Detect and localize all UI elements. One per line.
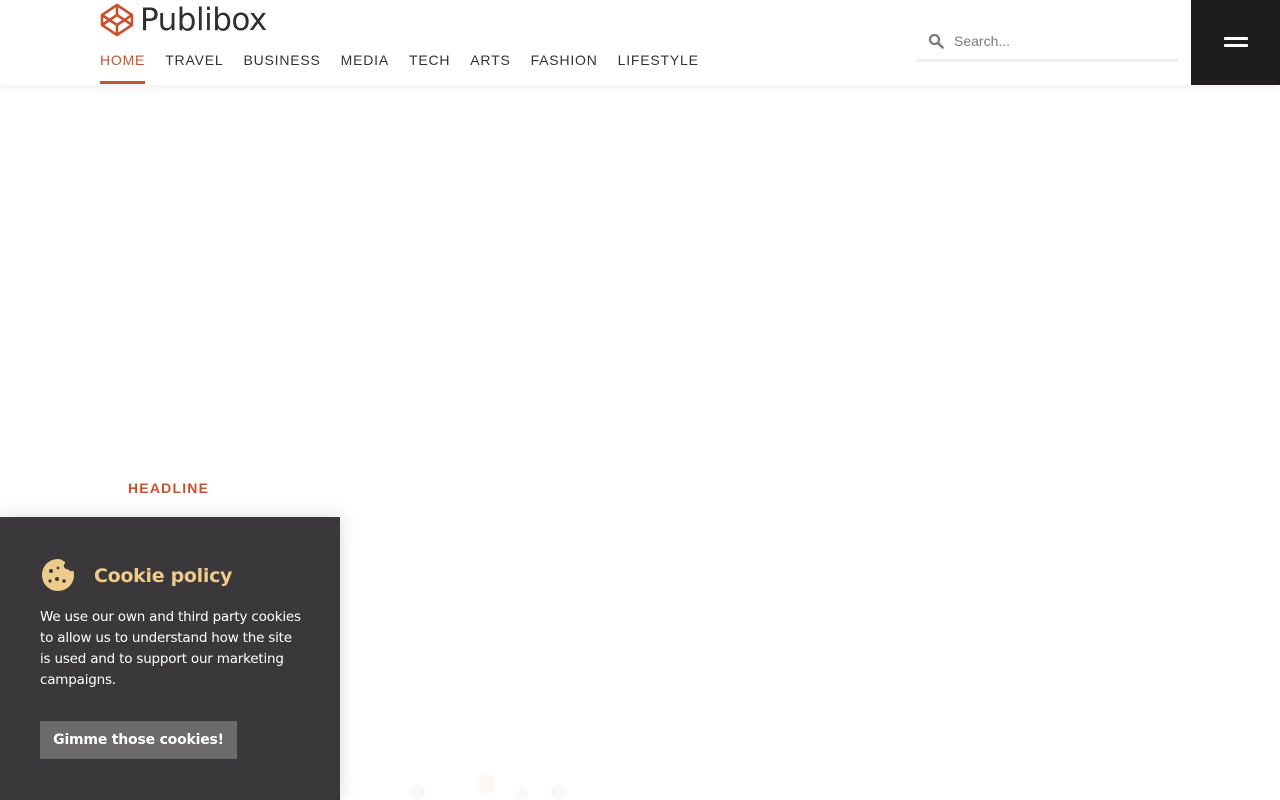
nav-item-travel[interactable]: TRAVEL [165, 48, 223, 85]
nav-item-fashion[interactable]: FASHION [531, 48, 598, 85]
nav-item-tech[interactable]: TECH [409, 48, 450, 85]
nav-item-business[interactable]: BUSINESS [243, 48, 320, 85]
cookie-title: Cookie policy [94, 565, 233, 587]
nav-item-home[interactable]: HOME [100, 48, 146, 85]
hamburger-menu-icon [1223, 37, 1248, 48]
search-icon[interactable] [928, 33, 944, 49]
cookie-description: We use our own and third party cookies t… [40, 609, 301, 688]
site-header: Publibox HOME TRAVEL BUSINESS MEDIA TECH… [0, 0, 1280, 85]
codepen-cube-icon [100, 3, 134, 37]
nav-item-lifestyle[interactable]: LIFESTYLE [618, 48, 699, 85]
site-logo[interactable]: Publibox [100, 2, 267, 38]
nav-item-media[interactable]: MEDIA [341, 48, 389, 85]
menu-toggle-button[interactable] [1191, 0, 1280, 85]
accept-cookies-button[interactable]: Gimme those cookies! [40, 721, 237, 759]
headline-category-label[interactable]: HEADLINE [128, 480, 209, 496]
nav-item-arts[interactable]: ARTS [470, 48, 510, 85]
brand-name: Publibox [140, 2, 267, 38]
cookie-icon [42, 559, 74, 591]
faint-decoration [410, 774, 566, 800]
search-input[interactable] [954, 25, 1164, 56]
page: Publibox HOME TRAVEL BUSINESS MEDIA TECH… [0, 0, 1280, 800]
search-box [916, 22, 1178, 62]
main-nav: HOME TRAVEL BUSINESS MEDIA TECH ARTS FAS… [100, 48, 719, 85]
